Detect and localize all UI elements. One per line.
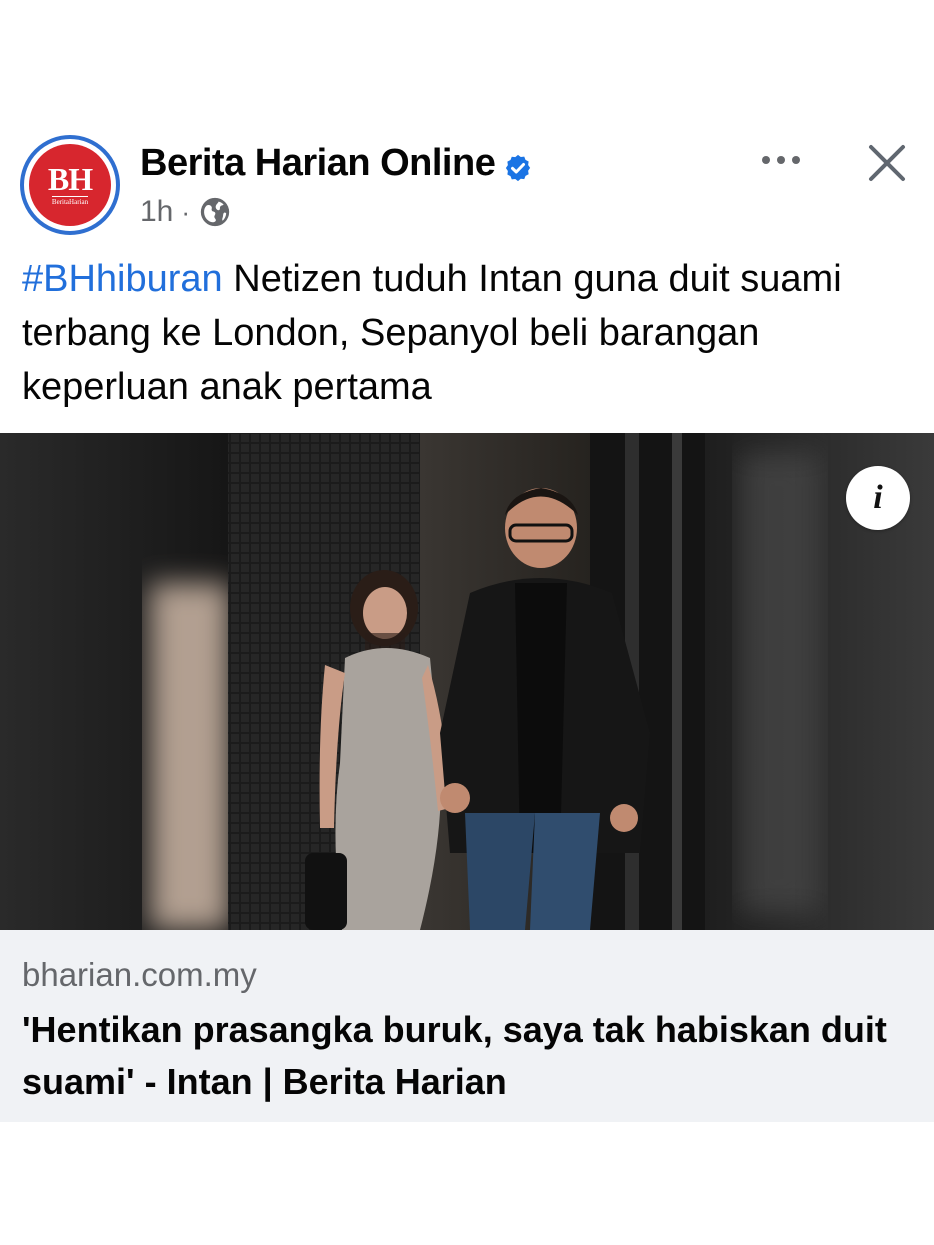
post-image[interactable] — [0, 433, 934, 930]
page-name-label: Berita Harian Online — [140, 142, 496, 184]
verified-badge-icon — [503, 148, 533, 182]
more-options-button[interactable] — [752, 142, 810, 178]
page-name[interactable]: Berita Harian Online — [140, 140, 533, 186]
page-avatar[interactable]: BH BeritaHarian — [20, 135, 120, 235]
post-caption: #BHhiburan Netizen tuduh Intan guna duit… — [22, 252, 912, 414]
post-meta: 1h · — [140, 192, 232, 232]
close-button[interactable] — [858, 134, 916, 192]
avatar-subtitle: BeritaHarian — [51, 196, 89, 206]
photo-couple-walking — [0, 433, 934, 930]
link-domain: bharian.com.my — [22, 956, 257, 993]
globe-icon — [198, 195, 232, 229]
close-icon — [869, 145, 905, 181]
link-title: 'Hentikan prasangka buruk, saya tak habi… — [22, 1009, 887, 1102]
meta-separator: · — [181, 197, 191, 227]
bh-logo: BH BeritaHarian — [29, 144, 111, 226]
link-preview[interactable]: bharian.com.my 'Hentikan prasangka buruk… — [0, 930, 934, 1122]
avatar-mark: BH — [47, 161, 93, 197]
facebook-post: BH BeritaHarian Berita Harian Online 1h … — [0, 0, 934, 1245]
timestamp[interactable]: 1h — [140, 195, 173, 229]
info-button[interactable]: i — [846, 466, 910, 530]
more-options-icon — [762, 156, 800, 164]
hashtag-link[interactable]: #BHhiburan — [22, 258, 223, 300]
